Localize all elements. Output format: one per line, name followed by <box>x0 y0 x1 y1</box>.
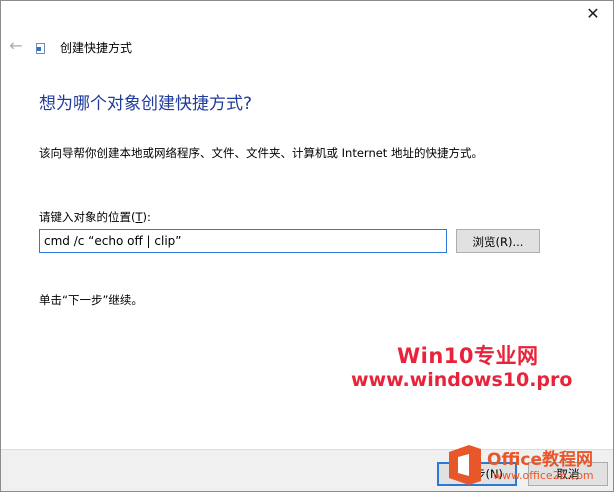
page-heading: 想为哪个对象创建快捷方式? <box>39 94 253 114</box>
location-input[interactable] <box>39 229 447 253</box>
shortcut-wizard-icon <box>36 43 45 54</box>
close-button[interactable]: ✕ <box>581 5 605 23</box>
create-shortcut-dialog: ✕ ← 创建快捷方式 想为哪个对象创建快捷方式? 该向导帮你创建本地或网络程序、… <box>0 0 614 492</box>
location-field-label: 请键入对象的位置(T): <box>39 210 151 224</box>
logo-name: Office教程网 <box>487 450 594 470</box>
office-logo-icon <box>449 445 481 485</box>
continue-hint: 单击“下一步”继续。 <box>39 293 143 307</box>
back-arrow-icon[interactable]: ← <box>7 37 25 55</box>
wizard-title: 创建快捷方式 <box>60 41 133 55</box>
wizard-description: 该向导帮你创建本地或网络程序、文件、文件夹、计算机或 Internet 地址的快… <box>39 146 483 160</box>
browse-button[interactable]: 浏览(R)... <box>456 229 540 253</box>
watermark-site-name: Win10专业网 <box>397 344 539 368</box>
logo-url: www.office26.com <box>493 469 594 482</box>
office-tutorial-logo: Office教程网 www.office26.com <box>445 439 613 491</box>
watermark-site-url: www.windows10.pro <box>351 369 573 391</box>
